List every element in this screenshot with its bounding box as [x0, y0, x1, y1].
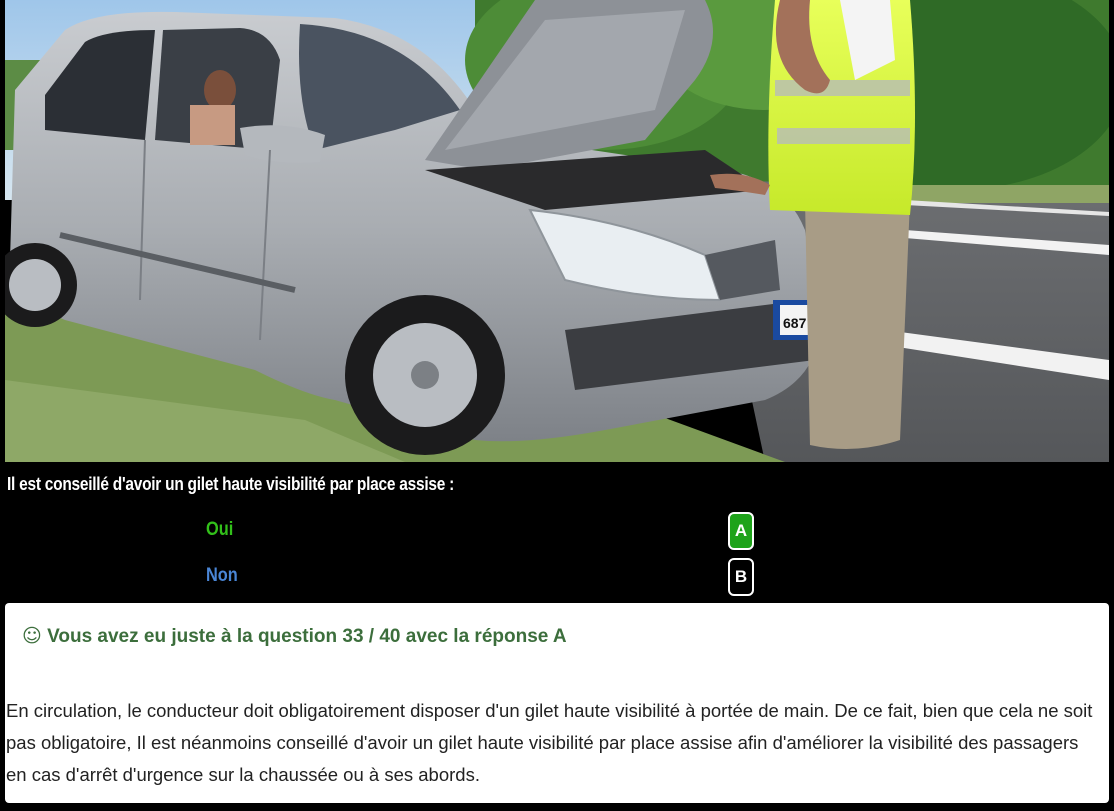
result-title-row: ☺ Vous avez eu juste à la question 33 / …: [22, 625, 567, 648]
answer-label-b: Non: [206, 565, 238, 586]
explanation-text: En circulation, le conducteur doit oblig…: [6, 700, 1093, 785]
result-title: Vous avez eu juste à la question 33 / 40…: [47, 626, 567, 647]
answer-button-b[interactable]: B: [728, 558, 754, 596]
answer-row-a[interactable]: Oui A: [0, 510, 1114, 550]
question-text: Il est conseillé d'avoir un gilet haute …: [7, 474, 455, 494]
result-panel: ☺ Vous avez eu juste à la question 33 / …: [5, 603, 1109, 803]
car-breakdown-photo: 687: [5, 0, 1109, 462]
question-photo: 687: [5, 0, 1109, 462]
smiley-icon: ☺: [22, 625, 42, 647]
answer-button-a[interactable]: A: [728, 512, 754, 550]
quiz-page: 687 Il est conseillé d'avoir un gilet ha…: [0, 0, 1114, 811]
answer-row-b[interactable]: Non B: [0, 556, 1114, 596]
license-plate: 687: [783, 315, 807, 331]
answer-label-a: Oui: [206, 519, 234, 540]
